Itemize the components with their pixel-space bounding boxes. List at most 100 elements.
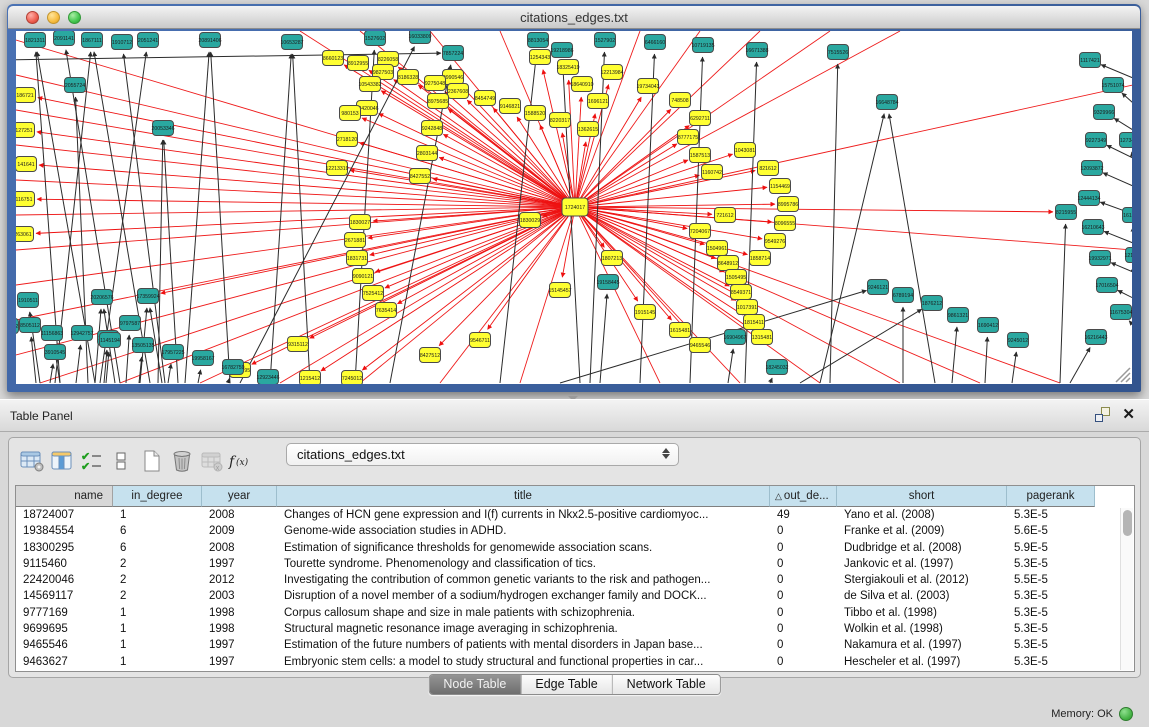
graph-node[interactable]: 2803144 [417, 146, 438, 161]
graph-node[interactable]: 1876212 [922, 296, 943, 311]
graph-node[interactable]: 8427552 [410, 169, 431, 184]
graph-node[interactable]: 1273451 [1120, 133, 1133, 148]
close-panel-icon[interactable]: ✕ [1122, 407, 1135, 422]
graph-node[interactable]: 9227349 [1086, 133, 1107, 148]
graph-node[interactable]: 1117421 [1080, 53, 1101, 68]
graph-node[interactable]: 1910712 [112, 35, 133, 50]
graph-node[interactable]: 17016504 [1095, 278, 1118, 293]
graph-node[interactable]: 15751074 [1101, 78, 1124, 93]
table-row[interactable]: 969969511998Structural magnetic resonanc… [16, 621, 1134, 637]
graph-node[interactable]: 9242848 [422, 121, 443, 136]
graph-node[interactable]: 7245012 [342, 371, 363, 385]
graph-node[interactable]: 1160742 [702, 165, 723, 180]
graph-node[interactable]: 821612 [758, 161, 779, 176]
graph-node[interactable]: 16671388 [745, 43, 768, 58]
graph-node[interactable]: 18245032 [765, 360, 788, 375]
graph-node[interactable]: 13505135 [131, 338, 154, 353]
table-row[interactable]: 946554611997Estimation of the future num… [16, 637, 1134, 653]
network-canvas[interactable]: 1724017866012389129558226058982750381863… [16, 31, 1132, 384]
tab-network-table[interactable]: Network Table [612, 675, 720, 694]
graph-node[interactable]: 1619511 [1123, 208, 1133, 223]
graph-node[interactable]: 1043081 [735, 143, 756, 158]
graph-node[interactable]: 16210643 [1081, 220, 1104, 235]
graph-node[interactable]: 9465546 [690, 338, 711, 353]
graph-node[interactable]: 1154469 [770, 179, 791, 194]
graph-node[interactable]: 7204067 [690, 224, 711, 239]
graph-node[interactable]: 9546711 [470, 333, 491, 348]
graph-node[interactable]: 127251 [16, 123, 35, 138]
graph-node[interactable]: 19734043 [636, 79, 659, 94]
graph-node[interactable]: 19218986 [550, 43, 573, 58]
graph-node[interactable]: 3915912 [16, 319, 19, 334]
graph-node[interactable]: 1910511 [18, 293, 39, 308]
table-row[interactable]: 1938455462009Genome-wide association stu… [16, 523, 1134, 539]
graph-node[interactable]: 16782759 [221, 360, 244, 375]
graph-node[interactable]: 18640910 [570, 77, 593, 92]
graph-node[interactable]: 16648784 [875, 95, 898, 110]
graph-node[interactable]: 12444134 [1077, 191, 1100, 206]
graph-node[interactable]: 1690412 [978, 318, 999, 333]
graph-node[interactable]: 12160354 [1124, 248, 1132, 263]
float-panel-icon[interactable] [1095, 407, 1110, 422]
table-row[interactable]: 1872400712008Changes of HCN gene express… [16, 507, 1134, 523]
graph-node[interactable]: 8975685 [428, 94, 449, 109]
graph-node[interactable]: 19958167 [191, 351, 214, 366]
graph-node[interactable]: 11675304 [1110, 305, 1132, 320]
graph-node[interactable]: 8777175 [678, 130, 699, 145]
table-row[interactable]: 911546021997Tourette syndrome. Phenomeno… [16, 556, 1134, 572]
graph-node[interactable]: 12923446 [256, 370, 279, 385]
graph-node[interactable]: 11156863 [41, 326, 63, 341]
column-header-short[interactable]: short [837, 486, 1007, 507]
graph-node[interactable]: 116751 [16, 192, 35, 207]
graph-node[interactable]: 1588520 [525, 106, 546, 121]
graph-node[interactable]: 8215955 [1056, 205, 1077, 220]
table-selector-dropdown[interactable]: citations_edges.txt [286, 443, 679, 466]
graph-node[interactable]: 1145194 [100, 333, 121, 348]
graph-node[interactable]: 15145457 [548, 283, 571, 298]
graph-node[interactable]: 1362615 [578, 122, 599, 137]
graph-node[interactable]: 20891406 [198, 33, 221, 48]
graph-node[interactable]: 8220317 [550, 113, 571, 128]
graph-node[interactable]: 9146821 [500, 99, 521, 114]
graph-node[interactable]: 1527902 [595, 33, 616, 48]
graph-node[interactable]: 8660123 [323, 51, 344, 66]
graph-node[interactable]: 16033809 [408, 31, 431, 44]
column-header-name[interactable]: name [16, 486, 113, 507]
graph-node[interactable]: 263061 [16, 227, 34, 242]
graph-node[interactable]: 2671881 [345, 233, 366, 248]
graph-node[interactable]: 1254343 [530, 50, 551, 65]
graph-node[interactable]: 1017391 [737, 300, 758, 315]
function-icon[interactable]: f(x) [227, 447, 257, 475]
table-row[interactable]: 977716911998Corpus callosum shape and si… [16, 605, 1134, 621]
graph-node[interactable]: 12213319 [325, 161, 348, 176]
graph-node[interactable]: 1830029 [520, 213, 541, 228]
graph-node[interactable]: 1830027 [350, 215, 371, 230]
graph-node[interactable]: 9090121 [353, 269, 374, 284]
graph-node[interactable]: 17957225 [161, 345, 184, 360]
graph-node[interactable]: 6789194 [893, 288, 914, 303]
graph-node[interactable]: 7515526 [828, 45, 849, 60]
graph-node[interactable]: 12942757 [70, 326, 93, 341]
graph-node[interactable]: 1867111 [82, 33, 103, 48]
graph-node[interactable]: 16904967 [723, 330, 746, 345]
graph-node[interactable]: 1315481 [752, 330, 773, 345]
graph-node[interactable]: 8648912 [718, 256, 739, 271]
delete-table-disabled-icon[interactable]: x [197, 447, 227, 475]
graph-node[interactable]: 8813054 [528, 33, 549, 48]
close-window-button[interactable] [26, 11, 39, 24]
graph-node[interactable]: 7857224 [443, 46, 464, 61]
graph-node[interactable]: 3910545 [45, 345, 66, 360]
table-row[interactable]: 1830029562008Estimation of significance … [16, 540, 1134, 556]
graph-node[interactable]: 19158445 [596, 275, 619, 290]
graph-node[interactable]: 721612 [715, 208, 736, 223]
graph-node[interactable]: 20206576 [90, 290, 113, 305]
graph-node[interactable]: 10543382 [358, 77, 381, 92]
minimize-window-button[interactable] [47, 11, 60, 24]
graph-node[interactable]: 1615481 [670, 323, 691, 338]
graph-node[interactable]: 8186328 [398, 70, 419, 85]
graph-hub-node[interactable]: 1724017 [562, 198, 588, 216]
graph-node[interactable]: 16216443 [1084, 330, 1107, 345]
graph-node[interactable]: 2055724 [65, 78, 86, 93]
column-header-in-degree[interactable]: in_degree [113, 486, 202, 507]
graph-node[interactable]: 8505112 [20, 318, 41, 333]
